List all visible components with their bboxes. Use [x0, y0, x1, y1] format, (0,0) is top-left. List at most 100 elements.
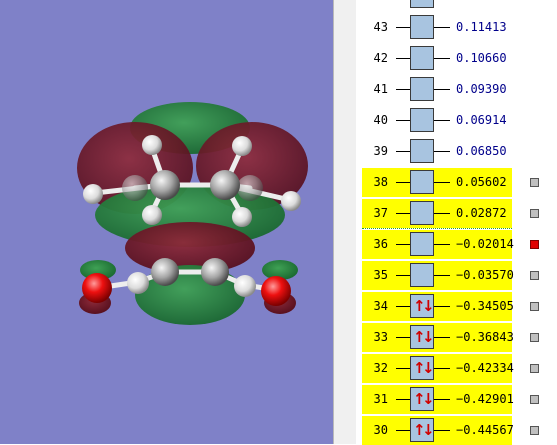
mo-index: 31 [373, 392, 388, 406]
mo-index: 41 [373, 82, 388, 96]
level-line-right [434, 244, 450, 245]
mo-index: 42 [373, 51, 388, 65]
mo-energy: −0.42334 [456, 361, 514, 375]
level-line-left [396, 244, 410, 245]
level-line-right [434, 213, 450, 214]
mo-index: 35 [373, 268, 388, 282]
mo-index: 34 [373, 299, 388, 313]
mo-index: 37 [373, 206, 388, 220]
mo-level-row[interactable]: 40 0.06914 [362, 106, 512, 135]
level-line-right [434, 275, 450, 276]
mo-energy: 0.11413 [456, 20, 507, 34]
mo-index: 38 [373, 175, 388, 189]
mo-level-row[interactable]: 30 ↑ ↓ −0.44567 [362, 416, 514, 445]
mo-level-row[interactable]: 42 0.10660 [362, 44, 512, 73]
mo-index: 32 [373, 361, 388, 375]
spin-down-icon: ↓ [422, 421, 435, 439]
spin-down-icon: ↓ [422, 390, 435, 408]
spin-down-icon: ↓ [422, 359, 435, 377]
orbital-box[interactable]: ↑ ↓ [410, 294, 435, 318]
orbital-box[interactable] [410, 201, 434, 225]
mo-level-row[interactable] [362, 0, 512, 11]
orbital-box[interactable]: ↑ ↓ [410, 387, 435, 411]
orbital-box[interactable] [410, 15, 434, 39]
selected-marker-icon[interactable] [530, 240, 539, 249]
mo-energy: −0.03570 [456, 268, 514, 282]
orbital-box[interactable] [410, 232, 434, 256]
mo-index: 36 [373, 237, 388, 251]
spin-down-icon: ↓ [422, 328, 435, 346]
orbital-box[interactable] [410, 46, 434, 70]
molecule-render[interactable] [0, 0, 333, 444]
mo-level-row[interactable]: 39 0.06850 [362, 137, 512, 166]
mo-energy: −0.36843 [456, 330, 514, 344]
molecule-viewer[interactable] [0, 0, 333, 444]
orbital-box[interactable] [410, 108, 434, 132]
mo-energy: −0.34505 [456, 299, 514, 313]
mo-energy: 0.09390 [456, 82, 507, 96]
level-line-right [434, 120, 450, 121]
orbital-box[interactable] [410, 170, 434, 194]
level-line-left [396, 58, 410, 59]
level-line-left [396, 306, 410, 307]
level-line-right [434, 89, 450, 90]
mo-level-row[interactable]: 36 −0.02014 [362, 228, 514, 259]
level-line-left [396, 430, 410, 431]
homo-lumo-separator [362, 228, 512, 229]
marker-icon[interactable] [530, 209, 539, 218]
mo-level-row[interactable]: 32 ↑ ↓ −0.42334 [362, 354, 514, 383]
marker-icon[interactable] [530, 364, 539, 373]
level-line-left [396, 27, 410, 28]
orbital-box[interactable]: ↑ ↓ [410, 356, 435, 380]
mo-energy: −0.44567 [456, 423, 514, 437]
level-line-left [396, 182, 410, 183]
level-line-right [434, 27, 450, 28]
level-line-left [396, 368, 410, 369]
mo-energy: 0.05602 [456, 175, 507, 189]
mo-energy: −0.02014 [456, 237, 514, 251]
mo-energy: 0.02872 [456, 206, 507, 220]
orbital-box[interactable] [410, 77, 434, 101]
orbital-box[interactable]: ↑ ↓ [410, 325, 435, 349]
level-line-left [396, 213, 410, 214]
mo-energy: 0.10660 [456, 51, 507, 65]
mo-energy-diagram[interactable]: 43 0.11413 42 0.10660 41 0.09390 40 0.06914 39 0.… [356, 0, 557, 445]
panel-splitter[interactable] [333, 0, 356, 444]
marker-icon[interactable] [530, 178, 539, 187]
mo-energy: −0.42901 [456, 392, 514, 406]
level-line-left [396, 120, 410, 121]
marker-icon[interactable] [530, 395, 539, 404]
level-line-right [434, 306, 450, 307]
orbital-box[interactable] [410, 263, 434, 287]
mo-level-row[interactable]: 34 ↑ ↓ −0.34505 [362, 292, 514, 321]
level-line-left [396, 337, 410, 338]
mo-level-row[interactable]: 43 0.11413 [362, 13, 512, 42]
level-line-right [434, 58, 450, 59]
mo-index: 40 [373, 113, 388, 127]
mo-level-row[interactable]: 31 ↑ ↓ −0.42901 [362, 385, 514, 414]
mo-index: 43 [373, 20, 388, 34]
mo-index: 33 [373, 330, 388, 344]
mo-energy: 0.06850 [456, 144, 507, 158]
level-line-left [396, 89, 410, 90]
mo-level-row[interactable]: 33 ↑ ↓ −0.36843 [362, 323, 514, 352]
mo-level-row[interactable]: 41 0.09390 [362, 75, 512, 104]
marker-icon[interactable] [530, 426, 539, 435]
marker-icon[interactable] [530, 302, 539, 311]
orbital-box[interactable] [410, 139, 434, 163]
level-line-left [396, 275, 410, 276]
orbital-box[interactable] [410, 0, 434, 8]
mo-level-row[interactable]: 37 0.02872 [362, 199, 512, 228]
mo-level-row[interactable]: 38 0.05602 [362, 168, 512, 197]
mo-level-row[interactable]: 35 −0.03570 [362, 261, 514, 290]
level-line-right [434, 151, 450, 152]
level-line-left [396, 151, 410, 152]
level-line-left [396, 399, 410, 400]
orbital-box[interactable]: ↑ ↓ [410, 418, 435, 442]
mo-energy: 0.06914 [456, 113, 507, 127]
marker-icon[interactable] [530, 271, 539, 280]
marker-icon[interactable] [530, 333, 539, 342]
level-line-right [434, 368, 450, 369]
level-line-right [434, 182, 450, 183]
spin-down-icon: ↓ [422, 297, 435, 315]
